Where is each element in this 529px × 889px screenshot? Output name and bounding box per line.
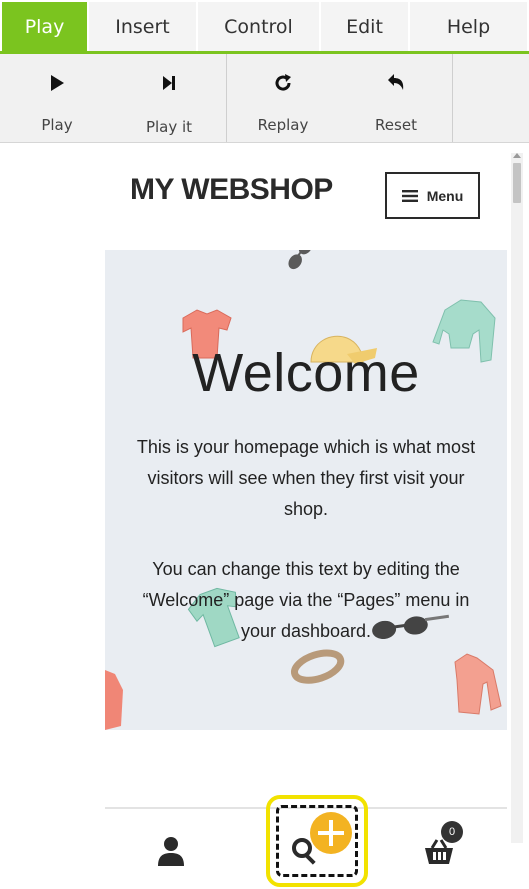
tab-control-label: Control — [224, 15, 293, 38]
sweater-illustration — [105, 670, 123, 730]
hero-title: Welcome — [192, 343, 420, 403]
tab-edit-label: Edit — [346, 15, 383, 38]
sunglasses-illustration — [288, 250, 313, 270]
cart-button[interactable]: 0 — [419, 821, 463, 871]
tab-control[interactable]: Control — [198, 2, 321, 51]
play-button-label: Play — [41, 116, 73, 134]
play-button[interactable]: Play — [14, 54, 100, 142]
add-plus-icon[interactable] — [310, 812, 352, 854]
tab-play[interactable]: Play — [2, 2, 89, 51]
tab-edit[interactable]: Edit — [321, 2, 410, 51]
toolbar: Play Play it Replay Reset — [0, 54, 529, 143]
tab-play-label: Play — [24, 15, 65, 38]
tab-insert-label: Insert — [115, 15, 170, 38]
tab-help[interactable]: Help — [410, 2, 529, 51]
toolbar-separator — [226, 54, 227, 142]
step-play-icon — [160, 72, 178, 94]
tab-insert[interactable]: Insert — [89, 2, 198, 51]
belt-illustration — [291, 649, 345, 684]
reset-icon — [385, 72, 407, 94]
reset-button[interactable]: Reset — [353, 54, 439, 142]
cart-count-badge: 0 — [441, 821, 463, 843]
tab-help-label: Help — [446, 15, 491, 38]
hero-section: Welcome This is your homepage which is w… — [105, 250, 507, 730]
site-brand[interactable]: MY WEBSHOP — [130, 173, 333, 207]
toolbar-separator — [452, 54, 453, 142]
play-it-button[interactable]: Play it — [126, 54, 212, 142]
hero-paragraph: This is your homepage which is what most… — [136, 437, 476, 519]
menu-button-label: Menu — [426, 187, 464, 204]
webshop-preview: MY WEBSHOP Menu Welcome This is your hom… — [0, 143, 529, 889]
scrollbar[interactable] — [511, 153, 523, 843]
user-icon — [158, 837, 184, 866]
scrollbar-thumb[interactable] — [513, 163, 521, 203]
account-button[interactable] — [151, 831, 191, 871]
scroll-up-arrow-icon[interactable] — [513, 153, 521, 158]
play-icon — [47, 72, 67, 94]
hamburger-icon — [401, 189, 418, 202]
menu-button[interactable]: Menu — [385, 172, 480, 219]
replay-icon — [272, 72, 294, 94]
replay-button[interactable]: Replay — [240, 54, 326, 142]
replay-button-label: Replay — [257, 116, 309, 134]
menu-tabs: Play Insert Control Edit Help — [0, 0, 529, 54]
hoodie-illustration — [454, 653, 502, 715]
play-it-button-label: Play it — [145, 118, 193, 136]
hero-paragraph: You can change this text by editing the … — [142, 559, 470, 641]
reset-button-label: Reset — [375, 116, 417, 134]
